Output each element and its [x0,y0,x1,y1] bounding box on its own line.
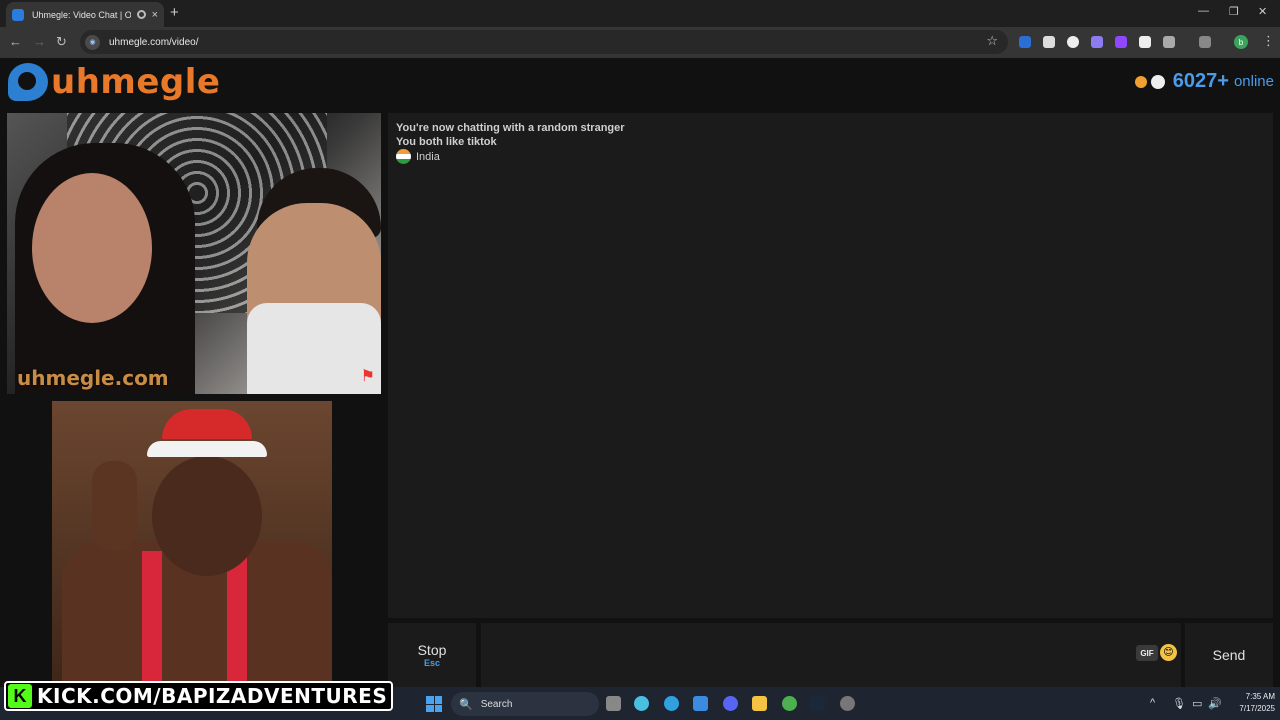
forward-button[interactable]: → [33,34,46,49]
task-view-icon[interactable] [606,696,621,711]
extension-p-icon[interactable] [1139,36,1151,48]
site-logo[interactable]: uhmegle [8,62,220,102]
taskbar-search-label: Search [480,698,513,710]
report-flag-icon[interactable]: ⚑ [361,366,375,386]
logo-mark-icon [8,63,48,101]
recording-indicator-icon [136,10,146,19]
close-tab-icon[interactable]: × [152,9,158,21]
browser-menu-icon[interactable]: ⋮ [1262,33,1275,49]
theme-dot-orange-icon[interactable] [1134,75,1147,88]
extension-1-icon[interactable] [1019,36,1031,48]
browser-toolbar: ← → ↻ ◉ uhmegle.com/video/ ☆ b ⋮ [0,27,1280,58]
extensions-puzzle-icon[interactable] [1163,36,1175,48]
santa-hat-brim [147,441,267,457]
self-face [152,456,262,576]
online-label: online [1233,73,1274,90]
uhmegle-page: uhmegle 6027+ online uhmegle.com ⚑ You'r… [0,58,1280,687]
country-name: India [416,150,440,163]
kick-channel-url: KICK.COM/BAPIZADVENTURES [37,684,388,708]
online-count: 6027+ [1172,70,1229,92]
suspender-right [227,551,247,687]
gif-button[interactable]: GIF [1136,645,1158,661]
kick-logo-icon: K [8,684,32,708]
start-menu-icon[interactable] [426,696,442,712]
santa-hat-red [162,409,252,439]
taskbar-search[interactable]: 🔍 Search [451,692,599,716]
browser-tab-bar: Uhmegle: Video Chat | Ome × + — ❐ ✕ [0,0,1280,27]
file-explorer-icon[interactable] [752,696,767,711]
network-icon[interactable]: ▭ [1192,697,1202,710]
kick-stream-banner: K KICK.COM/BAPIZADVENTURES [4,681,394,711]
store-icon[interactable] [693,696,708,711]
copilot-icon[interactable] [634,696,649,711]
extension-2-icon[interactable] [1043,36,1055,48]
video-watermark: uhmegle.com [17,366,169,390]
thumbs-up-hand [92,461,137,551]
restore-window-button[interactable]: ❐ [1229,5,1239,18]
chat-common-interest-message: You both like tiktok [396,136,497,148]
extension-3-icon[interactable] [1067,36,1079,48]
chrome-icon[interactable] [782,696,797,711]
site-info-icon[interactable]: ◉ [85,34,100,50]
stop-shortcut-key: Esc [423,658,440,668]
chat-status-message: You're now chatting with a random strang… [396,122,625,134]
edge-icon[interactable] [664,696,679,711]
microphone-icon[interactable]: 🎙 [1172,697,1186,710]
search-icon: 🔍 [459,698,473,711]
send-button[interactable]: Send [1185,623,1273,687]
stranger-country: India [396,149,440,164]
back-button[interactable]: ← [9,34,22,49]
stop-label: Stop [417,642,447,658]
online-counter: 6027+ online [1134,70,1274,93]
side-panel-icon[interactable] [1199,36,1211,48]
extension-4-icon[interactable] [1091,36,1103,48]
site-favicon-icon [12,8,24,21]
twitch-extension-icon[interactable] [1115,36,1127,48]
clock-date: 7/17/2025 [1239,704,1275,713]
bookmark-star-icon[interactable]: ☆ [986,33,998,49]
tab-title: Uhmegle: Video Chat | Ome [32,9,131,20]
new-tab-button[interactable]: + [170,4,179,21]
suspender-left [142,551,162,687]
tray-overflow-icon[interactable]: ^ [1150,697,1155,709]
steam-icon[interactable] [810,696,825,711]
self-video [52,401,332,687]
profile-avatar[interactable]: b [1234,35,1248,49]
clock-time: 7:35 AM [1245,692,1275,701]
message-input[interactable] [481,623,1181,687]
reload-button[interactable]: ↻ [56,34,67,50]
close-window-button[interactable]: ✕ [1258,5,1267,18]
minimize-window-button[interactable]: — [1198,5,1209,17]
emoji-button[interactable]: 😊 [1160,644,1177,661]
browser-tab[interactable]: Uhmegle: Video Chat | Ome × [6,2,164,27]
app-icon[interactable] [840,696,855,711]
address-bar[interactable]: ◉ uhmegle.com/video/ ☆ [80,30,1008,54]
discord-icon[interactable] [723,696,738,711]
stranger-video: uhmegle.com ⚑ [7,113,381,394]
url-text: uhmegle.com/video/ [109,36,199,48]
india-flag-icon [396,149,411,164]
stranger-person-face [32,173,152,323]
system-clock[interactable]: 7:35 AM 7/17/2025 [1225,691,1275,715]
theme-dot-white-icon[interactable] [1150,74,1165,89]
chat-log: You're now chatting with a random strang… [388,113,1273,618]
volume-icon[interactable]: 🔊 [1208,697,1222,710]
stop-button[interactable]: Stop Esc [388,623,476,687]
logo-text: uhmegle [51,62,221,102]
